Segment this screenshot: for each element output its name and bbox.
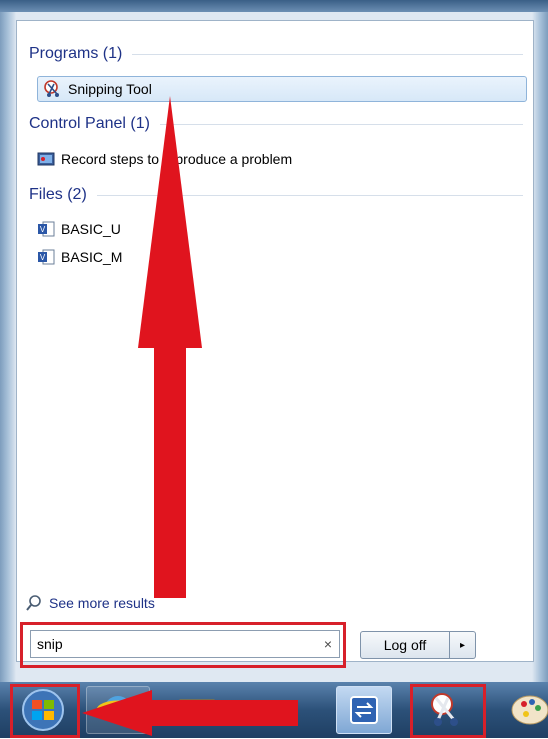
file-explorer-icon [179, 699, 215, 725]
see-more-results-link[interactable]: See more results [25, 591, 155, 615]
see-more-label: See more results [49, 595, 155, 611]
power-button-group: Log off ▸ [360, 631, 476, 659]
paint-icon [511, 695, 548, 725]
programs-header-label: Programs (1) [29, 45, 123, 62]
taskbar-file-explorer[interactable] [164, 686, 228, 734]
taskbar-paint[interactable] [496, 686, 548, 734]
programs-group-header[interactable]: Programs (1) [29, 43, 523, 65]
taskbar-switch-windows[interactable] [336, 686, 392, 734]
divider [132, 53, 523, 55]
result-file-basic-u[interactable]: V BASIC_U [37, 217, 121, 241]
snipping-tool-highlight-box [410, 684, 486, 738]
start-button-highlight-box [10, 684, 80, 738]
taskbar-internet-explorer[interactable]: e [86, 686, 150, 734]
visio-file-icon: V [37, 248, 55, 266]
internet-explorer-icon: e [96, 696, 140, 724]
result-file-basic-m[interactable]: V BASIC_M [37, 245, 122, 269]
search-results-pane: Programs (1) Snipping Tool Control Panel… [16, 20, 534, 662]
files-group-header[interactable]: Files (2) [29, 184, 523, 206]
svg-text:V: V [40, 253, 46, 262]
result-record-steps[interactable]: Record steps to reproduce a problem [37, 147, 292, 171]
result-snipping-tool[interactable]: Snipping Tool [37, 76, 527, 102]
media-icon [262, 702, 292, 724]
control-panel-header-label: Control Panel (1) [29, 115, 150, 132]
result-label: Record steps to reproduce a problem [61, 151, 293, 167]
divider [159, 123, 523, 125]
result-label: BASIC_U [61, 221, 121, 237]
svg-text:e: e [114, 700, 123, 722]
start-menu: Programs (1) Snipping Tool Control Panel… [0, 12, 548, 682]
search-area: snip × Log off ▸ [16, 616, 532, 676]
switch-windows-icon [350, 696, 378, 724]
control-panel-group-header[interactable]: Control Panel (1) [29, 113, 523, 135]
window-top-strip [0, 0, 548, 12]
result-label: BASIC_M [61, 249, 123, 265]
result-label: Snipping Tool [68, 81, 152, 97]
record-steps-icon [37, 150, 55, 168]
visio-file-icon: V [37, 220, 55, 238]
svg-text:V: V [40, 225, 46, 234]
search-icon [25, 594, 43, 612]
files-header-label: Files (2) [29, 186, 87, 203]
snipping-tool-icon [44, 80, 62, 98]
taskbar-media[interactable] [248, 686, 308, 734]
power-options-arrow[interactable]: ▸ [450, 631, 476, 659]
search-highlight-box [20, 622, 346, 668]
log-off-button[interactable]: Log off [360, 631, 450, 659]
divider [96, 194, 523, 196]
